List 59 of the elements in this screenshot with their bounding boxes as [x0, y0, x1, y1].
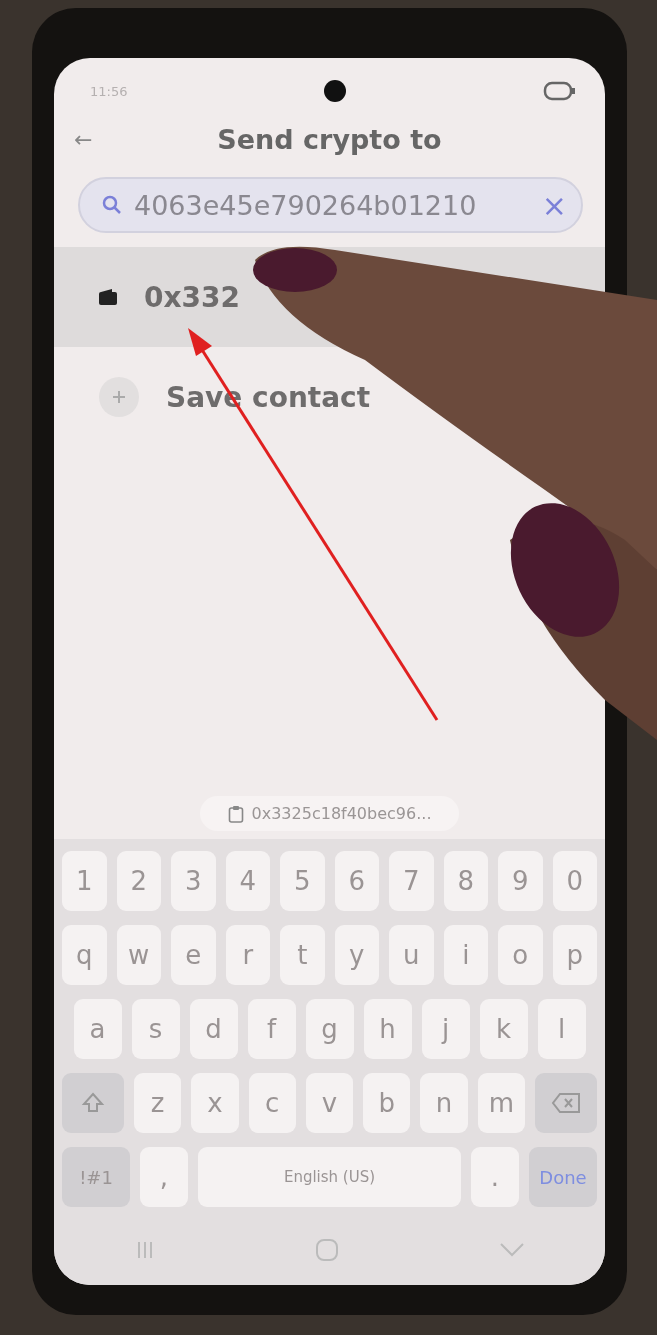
keyboard-key[interactable]: a [73, 999, 122, 1059]
clipboard-icon [227, 804, 244, 823]
keyboard-key[interactable]: v [305, 1073, 354, 1133]
keyboard-key[interactable]: x [191, 1073, 239, 1133]
wallet-icon [98, 288, 118, 306]
back-button[interactable]: ← [74, 127, 93, 152]
keyboard-key[interactable]: 6 [334, 851, 379, 911]
keyboard-key[interactable]: s [131, 999, 180, 1059]
keyboard-key[interactable]: y [334, 925, 379, 985]
keyboard-key[interactable]: b [363, 1073, 411, 1133]
keyboard-key[interactable]: l [537, 999, 586, 1059]
keyboard-key[interactable]: j [421, 999, 470, 1059]
plus-circle-icon [98, 376, 140, 418]
keyboard-key[interactable]: n [420, 1073, 468, 1133]
search-field[interactable]: 4063e45e790264b01210 × [78, 177, 583, 233]
search-icon [102, 195, 122, 215]
screen-title: Send crypto to [217, 124, 442, 155]
clear-button[interactable]: × [541, 187, 567, 223]
keyboard-key[interactable]: t [280, 925, 325, 985]
keyboard-key[interactable]: 8 [443, 851, 488, 911]
status-time: 11:56 [90, 83, 128, 99]
keyboard-key[interactable]: k [479, 999, 528, 1059]
front-camera-icon [324, 80, 347, 102]
keyboard-key[interactable]: , [140, 1147, 188, 1207]
keyboard-key[interactable]: q [62, 925, 107, 985]
keyboard-key[interactable]: z [134, 1073, 182, 1133]
battery-icon [543, 81, 577, 101]
symbols-key[interactable]: !#1 [62, 1147, 130, 1207]
keyboard-key[interactable]: 4 [225, 851, 270, 911]
chevron-down-icon[interactable] [499, 1242, 526, 1258]
keyboard-key[interactable]: i [443, 925, 488, 985]
keyboard-key[interactable]: o [498, 925, 543, 985]
home-icon[interactable] [315, 1238, 340, 1262]
keyboard-key[interactable]: . [471, 1147, 519, 1207]
backspace-key[interactable] [535, 1073, 597, 1133]
clipboard-suggestion[interactable]: 0x3325c18f40bec96... [199, 796, 460, 831]
keyboard-key[interactable]: 5 [280, 851, 325, 911]
space-key[interactable]: English (US) [198, 1147, 461, 1207]
shift-key[interactable] [62, 1073, 124, 1133]
keyboard-key[interactable]: 1 [62, 851, 107, 911]
keyboard-key[interactable]: e [171, 925, 216, 985]
shift-arrow-icon [81, 1091, 105, 1115]
keyboard-key[interactable]: 7 [389, 851, 434, 911]
keyboard-key[interactable]: 3 [171, 851, 216, 911]
keyboard-key[interactable]: 2 [116, 851, 161, 911]
keyboard-key[interactable]: f [247, 999, 296, 1059]
keyboard-key[interactable]: 0 [552, 851, 597, 911]
keyboard-key[interactable]: 9 [498, 851, 543, 911]
keyboard-key[interactable]: h [363, 999, 412, 1059]
keyboard-key[interactable]: g [305, 999, 354, 1059]
keyboard-key[interactable]: c [248, 1073, 296, 1133]
keyboard-key[interactable]: w [116, 925, 161, 985]
keyboard-key[interactable]: r [225, 925, 270, 985]
done-key[interactable]: Done [529, 1147, 597, 1207]
keyboard-key[interactable]: m [477, 1073, 525, 1133]
keyboard-key[interactable]: d [189, 999, 238, 1059]
backspace-icon [551, 1092, 581, 1114]
keyboard-key[interactable]: u [389, 925, 434, 985]
keyboard-key[interactable]: p [552, 925, 597, 985]
